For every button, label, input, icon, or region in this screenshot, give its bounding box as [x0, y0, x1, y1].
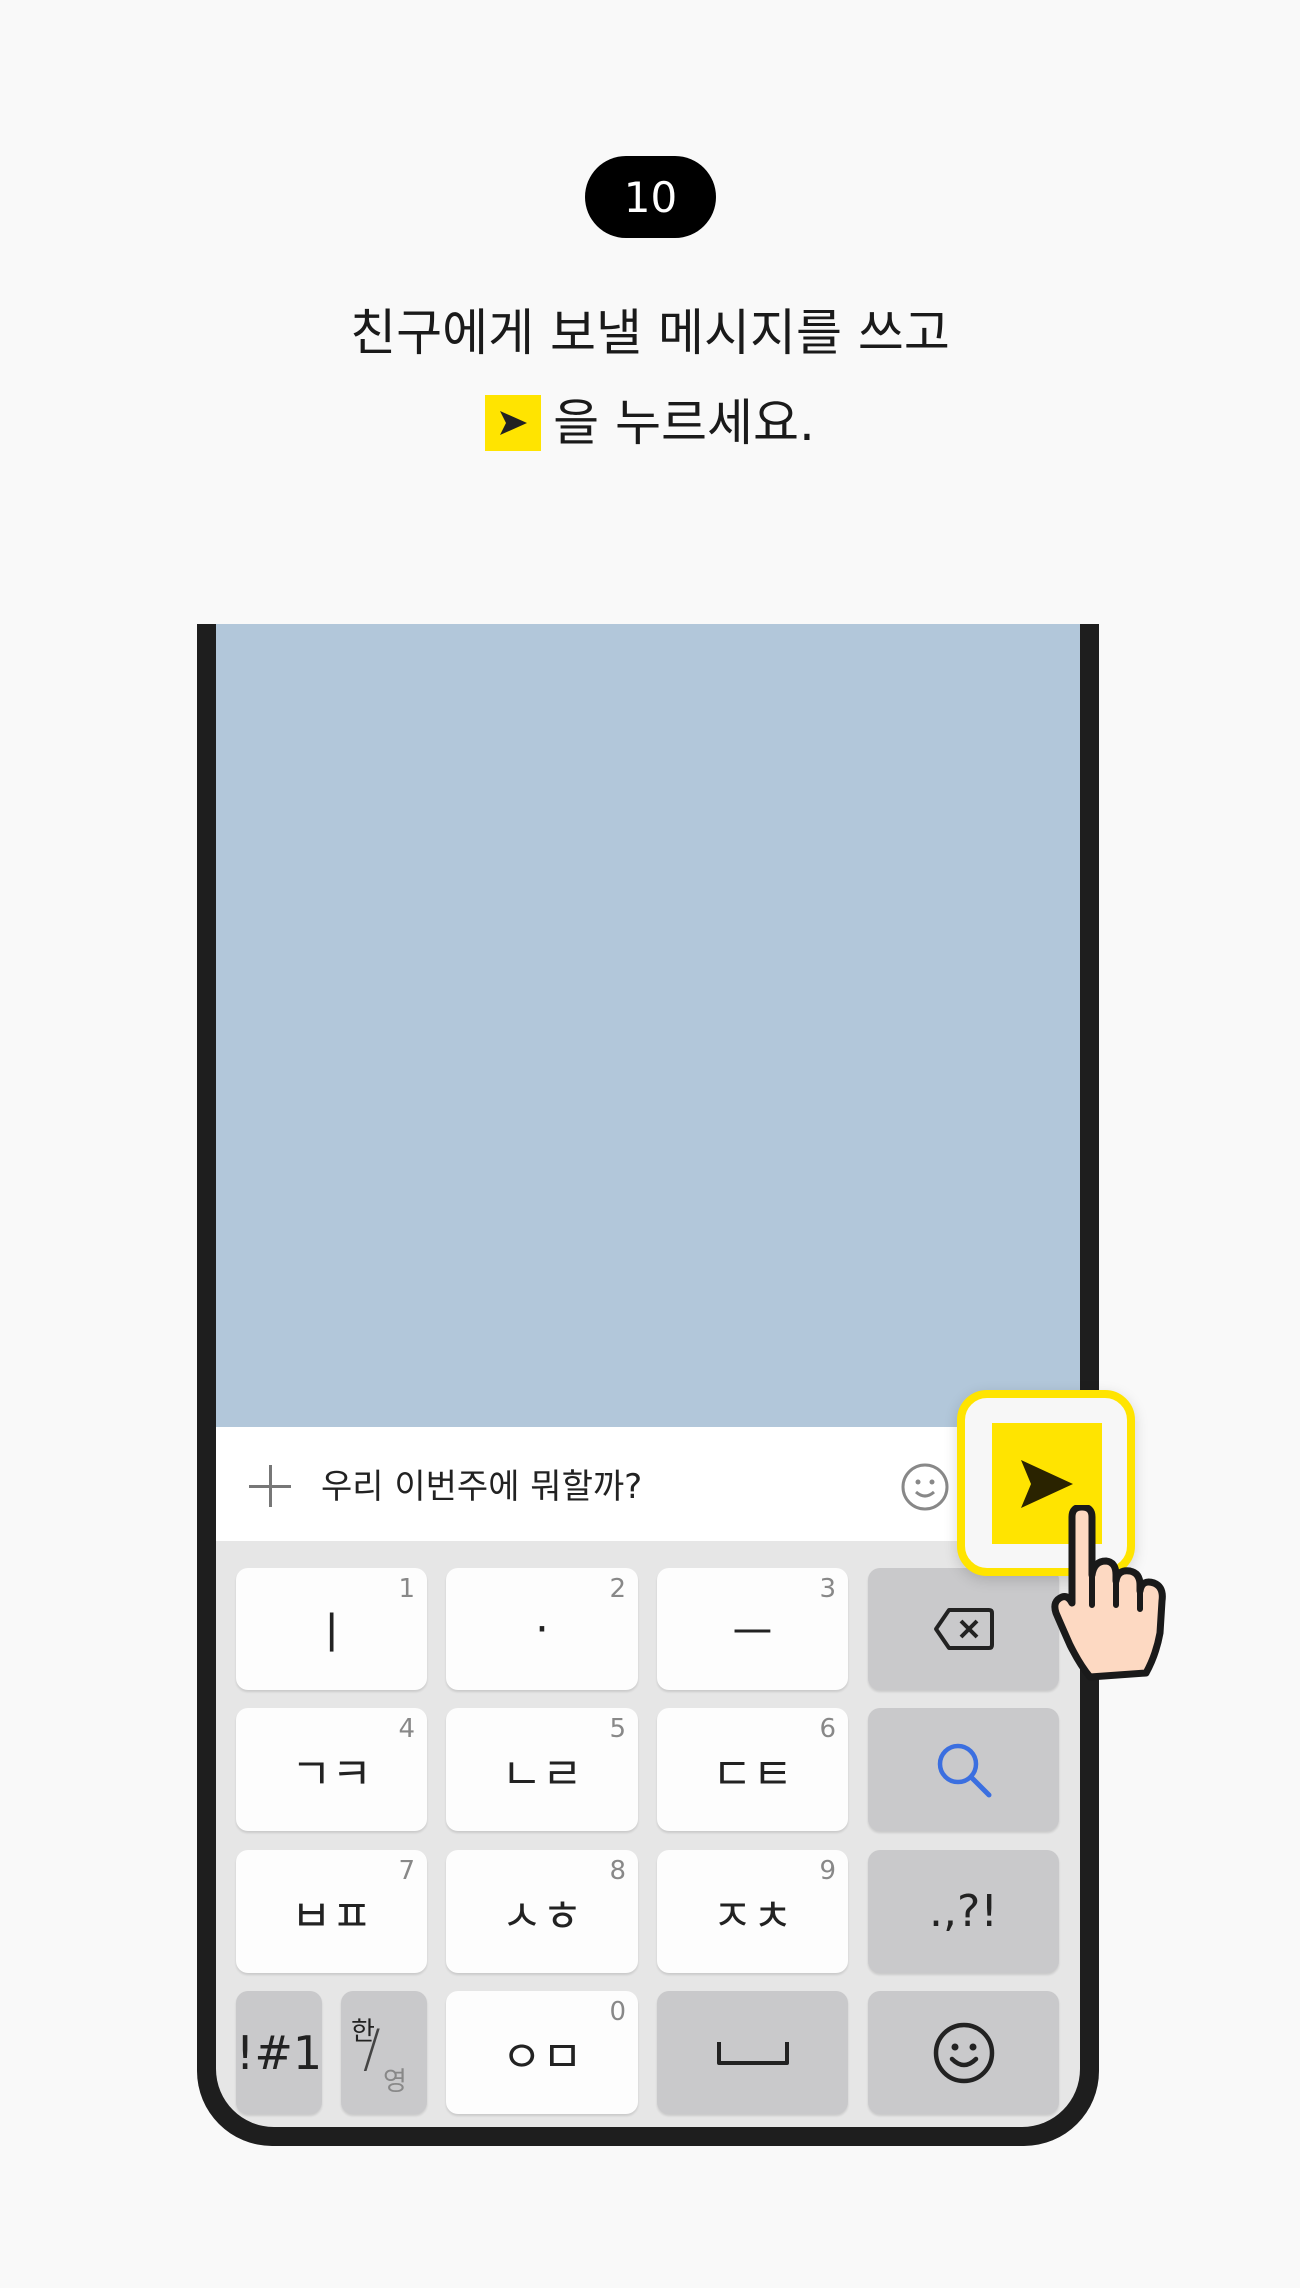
key-number: 8 — [609, 1856, 626, 1886]
backspace-key[interactable] — [868, 1568, 1059, 1690]
key-number: 4 — [398, 1714, 415, 1744]
key-label: ㅇㅁ — [501, 2031, 583, 2083]
phone-screen: 우리 이번주에 뭐할까? ㅣ1 · 2 ㅡ3 ㄱㅋ 4 ㄴㄹ 5 ㄷㅌ 6 ㅂㅍ 7 ㅅㅎ… — [216, 624, 1080, 2127]
key-label: ㄴㄹ — [501, 1748, 583, 1800]
key-0[interactable]: ㅇㅁ 0 — [446, 1991, 638, 2114]
key-5[interactable]: ㄴㄹ 5 — [446, 1708, 638, 1831]
key-label: ㅅㅎ — [501, 1890, 583, 1942]
key-number: 7 — [398, 1856, 415, 1886]
message-input-bar: 우리 이번주에 뭐할까? — [216, 1427, 1080, 1541]
key-6[interactable]: ㄷㅌ 6 — [657, 1708, 848, 1831]
emoji-key[interactable] — [868, 1991, 1059, 2114]
send-icon — [485, 395, 542, 451]
key-9[interactable]: ㅈㅊ 9 — [657, 1850, 848, 1973]
key-label: ㄱㅋ — [291, 1748, 372, 1800]
key-number: 1 — [398, 1574, 415, 1604]
key-number: 5 — [609, 1714, 626, 1744]
key-label: · — [535, 1603, 549, 1655]
backspace-icon — [933, 1608, 994, 1650]
space-key[interactable] — [657, 1991, 848, 2114]
key-7[interactable]: ㅂㅍ 7 — [236, 1850, 427, 1973]
step-badge: 10 — [585, 156, 716, 238]
key-label: ㅣ — [311, 1608, 352, 1659]
emoji-icon — [933, 2022, 994, 2083]
search-icon — [937, 1743, 991, 1797]
key-label: ㅈㅊ — [712, 1890, 793, 1942]
pointing-hand-icon — [1051, 1505, 1166, 1681]
key-2[interactable]: · 2 — [446, 1568, 638, 1690]
key-label: !#1 — [235, 2025, 323, 2080]
instruction-text: 을 누르세요. — [553, 394, 815, 452]
phone-frame: 우리 이번주에 뭐할까? ㅣ1 · 2 ㅡ3 ㄱㅋ 4 ㄴㄹ 5 ㄷㅌ 6 ㅂㅍ 7 ㅅㅎ… — [197, 624, 1099, 2146]
key-number: 2 — [609, 1574, 626, 1604]
search-key[interactable] — [868, 1708, 1059, 1831]
key-label: ㄷㅌ — [712, 1748, 793, 1800]
key-1[interactable]: ㅣ1 — [236, 1568, 427, 1690]
instruction-line-1: 친구에게 보낼 메시지를 쓰고 — [350, 304, 950, 362]
send-icon — [1021, 1459, 1073, 1508]
key-4[interactable]: ㄱㅋ 4 — [236, 1708, 427, 1831]
slash: / — [363, 2019, 381, 2079]
key-label-yeong: 영 — [383, 2067, 407, 2097]
key-number: 3 — [819, 1574, 836, 1604]
instruction-line-2: 을 누르세요. — [0, 393, 1300, 453]
symbol-key[interactable]: !#1 — [236, 1991, 322, 2114]
key-label: ㅡ — [732, 1608, 773, 1659]
space-icon — [716, 2041, 789, 2065]
emoticon-icon[interactable] — [900, 1462, 950, 1512]
key-number: 6 — [819, 1714, 836, 1744]
key-label: ㅂㅍ — [291, 1890, 372, 1942]
plus-icon[interactable] — [249, 1465, 291, 1507]
language-toggle-key[interactable]: 한 / 영 — [341, 1991, 427, 2114]
punctuation-key[interactable]: .,?! — [868, 1850, 1059, 1973]
key-number: 0 — [609, 1997, 626, 2027]
message-input[interactable]: 우리 이번주에 뭐할까? — [321, 1459, 642, 1508]
chat-area — [216, 624, 1080, 1427]
key-8[interactable]: ㅅㅎ 8 — [446, 1850, 638, 1973]
key-label: .,?! — [929, 1886, 998, 1937]
key-3[interactable]: ㅡ3 — [657, 1568, 848, 1690]
key-number: 9 — [819, 1856, 836, 1886]
